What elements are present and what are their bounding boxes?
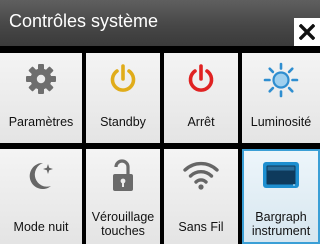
system-controls-dialog: Contrôles système Paramètres Standby Arr… bbox=[0, 0, 320, 244]
tile-brightness[interactable]: Luminosité bbox=[242, 53, 320, 143]
tile-wireless[interactable]: Sans Fil bbox=[164, 149, 238, 244]
wifi-icon bbox=[183, 161, 219, 190]
title-bar: Contrôles système bbox=[0, 0, 320, 46]
tile-label: Luminosité bbox=[250, 115, 312, 129]
power-icon bbox=[188, 64, 214, 92]
close-button[interactable] bbox=[294, 18, 320, 46]
tile-instrument-bar[interactable]: Bargraph instrument bbox=[242, 149, 320, 244]
tile-label: Arrêt bbox=[187, 115, 215, 129]
standby-icon bbox=[110, 64, 136, 92]
close-icon bbox=[299, 24, 315, 40]
controls-grid: Paramètres Standby Arrêt Luminosité Mode… bbox=[0, 53, 320, 244]
tile-label: Bargraph instrument bbox=[251, 210, 311, 238]
moon-star-icon bbox=[29, 162, 53, 189]
dialog-title: Contrôles système bbox=[9, 11, 159, 31]
tile-label: Sans Fil bbox=[178, 220, 224, 234]
tile-label: Vérouillage touches bbox=[91, 210, 155, 238]
tile-label: Paramètres bbox=[8, 115, 74, 129]
tile-label: Mode nuit bbox=[13, 220, 69, 234]
tile-night-mode[interactable]: Mode nuit bbox=[0, 149, 82, 244]
tile-standby[interactable]: Standby bbox=[86, 53, 160, 143]
brightness-icon bbox=[263, 62, 299, 98]
tile-key-lock[interactable]: Vérouillage touches bbox=[86, 149, 160, 244]
gear-icon bbox=[26, 64, 56, 94]
tile-settings[interactable]: Paramètres bbox=[0, 53, 82, 143]
instrument-screen-icon bbox=[263, 162, 299, 188]
tile-power-off[interactable]: Arrêt bbox=[164, 53, 238, 143]
unlock-icon bbox=[113, 159, 133, 191]
tile-label: Standby bbox=[100, 115, 146, 129]
